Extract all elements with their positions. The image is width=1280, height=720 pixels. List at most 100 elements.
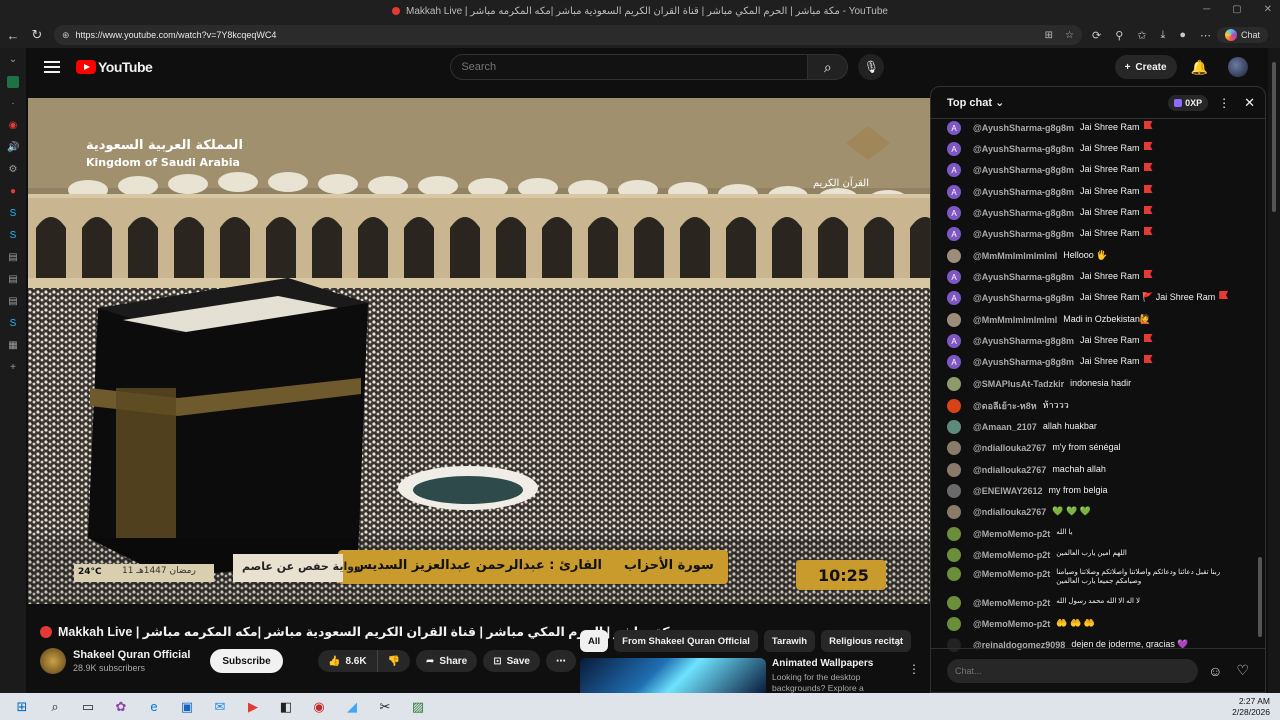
- chat-author-name[interactable]: @ndiallouka2767: [973, 441, 1046, 455]
- account-avatar[interactable]: [1228, 57, 1248, 77]
- add-icon[interactable]: +: [7, 362, 19, 374]
- chat-author-avatar[interactable]: [947, 441, 961, 455]
- chat-author-avatar[interactable]: [947, 463, 961, 477]
- chat-author-name[interactable]: @AyushSharma-g8g8m: [973, 121, 1074, 135]
- chat-author-name[interactable]: @MemoMemo-p2t: [973, 527, 1050, 541]
- heart-icon[interactable]: ♡: [1236, 662, 1249, 679]
- dot-icon[interactable]: ·: [7, 98, 19, 110]
- favorites-icon[interactable]: ✩: [1137, 29, 1146, 42]
- close-chat-icon[interactable]: ✕: [1244, 95, 1255, 111]
- chat-mode-dropdown[interactable]: Top chat ⌄: [947, 96, 1004, 109]
- chat-input[interactable]: [947, 658, 1199, 683]
- chat-author-name[interactable]: @MemoMemo-p2t: [973, 548, 1050, 562]
- chat-author-name[interactable]: @AyushSharma-g8g8m: [973, 334, 1074, 348]
- chip-from-channel[interactable]: From Shakeel Quran Official: [614, 630, 758, 652]
- chat-author-name[interactable]: @AyushSharma-g8g8m: [973, 185, 1074, 199]
- skype-icon-3[interactable]: S: [7, 318, 19, 330]
- app-icon-1[interactable]: ◧: [275, 696, 297, 718]
- chat-author-avatar[interactable]: [947, 399, 961, 413]
- windows-start-icon[interactable]: ⊞: [11, 696, 33, 718]
- apps-grid-icon[interactable]: ▦: [7, 340, 19, 352]
- chat-author-name[interactable]: @ndiallouka2767: [973, 463, 1046, 477]
- chat-author-avatar[interactable]: [947, 548, 961, 562]
- doc-icon-2[interactable]: ▤: [7, 274, 19, 286]
- chat-author-name[interactable]: @AyushSharma-g8g8m: [973, 355, 1074, 369]
- emoji-icon[interactable]: ☺: [1208, 663, 1222, 679]
- notifications-bell-icon[interactable]: 🔔: [1191, 59, 1208, 76]
- extensions-icon[interactable]: ⚲: [1115, 29, 1123, 42]
- page-scroll-thumb[interactable]: [1272, 62, 1276, 212]
- chat-author-avatar[interactable]: [947, 505, 961, 519]
- copilot-chat-button[interactable]: Chat: [1217, 27, 1269, 43]
- refresh-extension-icon[interactable]: ⟳: [1092, 29, 1101, 42]
- maximize-button[interactable]: ▢: [1232, 4, 1241, 15]
- subscribe-button[interactable]: Subscribe: [210, 649, 283, 673]
- create-button[interactable]: + Create: [1114, 55, 1177, 79]
- chat-author-name[interactable]: @AyushSharma-g8g8m: [973, 270, 1074, 284]
- chat-author-avatar[interactable]: A: [947, 355, 961, 369]
- search-input[interactable]: [461, 61, 808, 73]
- edge-icon[interactable]: e: [143, 696, 165, 718]
- taskbar-search-icon[interactable]: ⌕: [44, 696, 66, 718]
- dislike-button[interactable]: 👎: [377, 650, 411, 672]
- chat-more-icon[interactable]: ⋮: [1218, 96, 1230, 110]
- back-arrow-icon[interactable]: ←: [2, 28, 24, 43]
- chat-author-name[interactable]: @AyushSharma-g8g8m: [973, 227, 1074, 241]
- red-dot-icon[interactable]: ●: [7, 186, 19, 198]
- chip-tarawih[interactable]: Tarawih: [763, 630, 816, 652]
- search-button[interactable]: ⌕: [808, 54, 849, 80]
- video-player[interactable]: المملكة العربية السعودية Kingdom of Saud…: [28, 98, 930, 604]
- mail-icon[interactable]: ✉: [209, 696, 231, 718]
- speaker-icon[interactable]: 🔊: [7, 142, 19, 154]
- voice-search-button[interactable]: 🎙: [858, 54, 885, 80]
- youtube-logo[interactable]: YouTube: [76, 59, 153, 75]
- recommended-thumbnail[interactable]: [580, 658, 766, 693]
- chat-author-name[interactable]: @MemoMemo-p2t: [973, 617, 1050, 631]
- chat-author-avatar[interactable]: [947, 617, 961, 631]
- chat-author-avatar[interactable]: [947, 313, 961, 327]
- app-install-icon[interactable]: ⊞: [1045, 30, 1053, 41]
- close-window-button[interactable]: ✕: [1264, 4, 1272, 15]
- taskbar-clock[interactable]: 2:27 AM 2/28/2026: [1232, 696, 1270, 717]
- doc-icon-1[interactable]: ▤: [7, 252, 19, 264]
- xp-badge[interactable]: 0XP: [1168, 94, 1209, 111]
- settings-gear-icon[interactable]: ⚙: [7, 164, 19, 176]
- chat-author-avatar[interactable]: A: [947, 291, 961, 305]
- chat-author-avatar[interactable]: A: [947, 334, 961, 348]
- chat-author-avatar[interactable]: A: [947, 163, 961, 177]
- chat-author-name[interactable]: @ENEIWAY2612: [973, 484, 1042, 498]
- chat-author-avatar[interactable]: [947, 567, 961, 581]
- page-scrollbar[interactable]: [1268, 48, 1280, 693]
- chat-author-name[interactable]: @MemoMemo-p2t: [973, 567, 1050, 581]
- reload-icon[interactable]: ↻: [26, 27, 48, 43]
- chip-next-arrow-icon[interactable]: ›: [896, 634, 901, 650]
- excel-icon[interactable]: [7, 76, 19, 88]
- chat-author-name[interactable]: @AyushSharma-g8g8m: [973, 142, 1074, 156]
- chat-author-name[interactable]: @AyushSharma-g8g8m: [973, 206, 1074, 220]
- minimize-button[interactable]: ─: [1203, 4, 1210, 15]
- skype-icon-1[interactable]: S: [7, 208, 19, 220]
- chat-author-name[interactable]: @Amaan_2107: [973, 420, 1037, 434]
- like-button[interactable]: 👍 8.6K: [318, 650, 378, 672]
- url-field[interactable]: ⊕ https://www.youtube.com/watch?v=7Y8kcq…: [54, 25, 1082, 45]
- app-icon-4[interactable]: ▨: [407, 696, 429, 718]
- profile-icon[interactable]: ●: [1179, 29, 1186, 41]
- store-icon[interactable]: ▣: [176, 696, 198, 718]
- chat-author-avatar[interactable]: [947, 249, 961, 263]
- record-icon[interactable]: ◉: [7, 120, 19, 132]
- share-button[interactable]: ➦ Share: [416, 650, 478, 672]
- chat-author-avatar[interactable]: [947, 596, 961, 610]
- chat-author-avatar[interactable]: A: [947, 206, 961, 220]
- favorite-star-icon[interactable]: ☆: [1065, 30, 1074, 41]
- task-view-icon[interactable]: ▭: [77, 696, 99, 718]
- chat-author-avatar[interactable]: A: [947, 121, 961, 135]
- doc-icon-3[interactable]: ▤: [7, 296, 19, 308]
- chip-all[interactable]: All: [580, 630, 609, 652]
- channel-name[interactable]: Shakeel Quran Official: [73, 649, 190, 661]
- chat-author-avatar[interactable]: [947, 377, 961, 391]
- chat-author-name[interactable]: @MmMmlmlmlmlml: [973, 313, 1057, 327]
- chat-author-name[interactable]: @ดอลีเย้าะ-ห8ห: [973, 399, 1037, 413]
- chat-author-name[interactable]: @AyushSharma-g8g8m: [973, 163, 1074, 177]
- browser-menu-icon[interactable]: ⋯: [1200, 29, 1211, 42]
- menu-hamburger-icon[interactable]: [44, 61, 60, 73]
